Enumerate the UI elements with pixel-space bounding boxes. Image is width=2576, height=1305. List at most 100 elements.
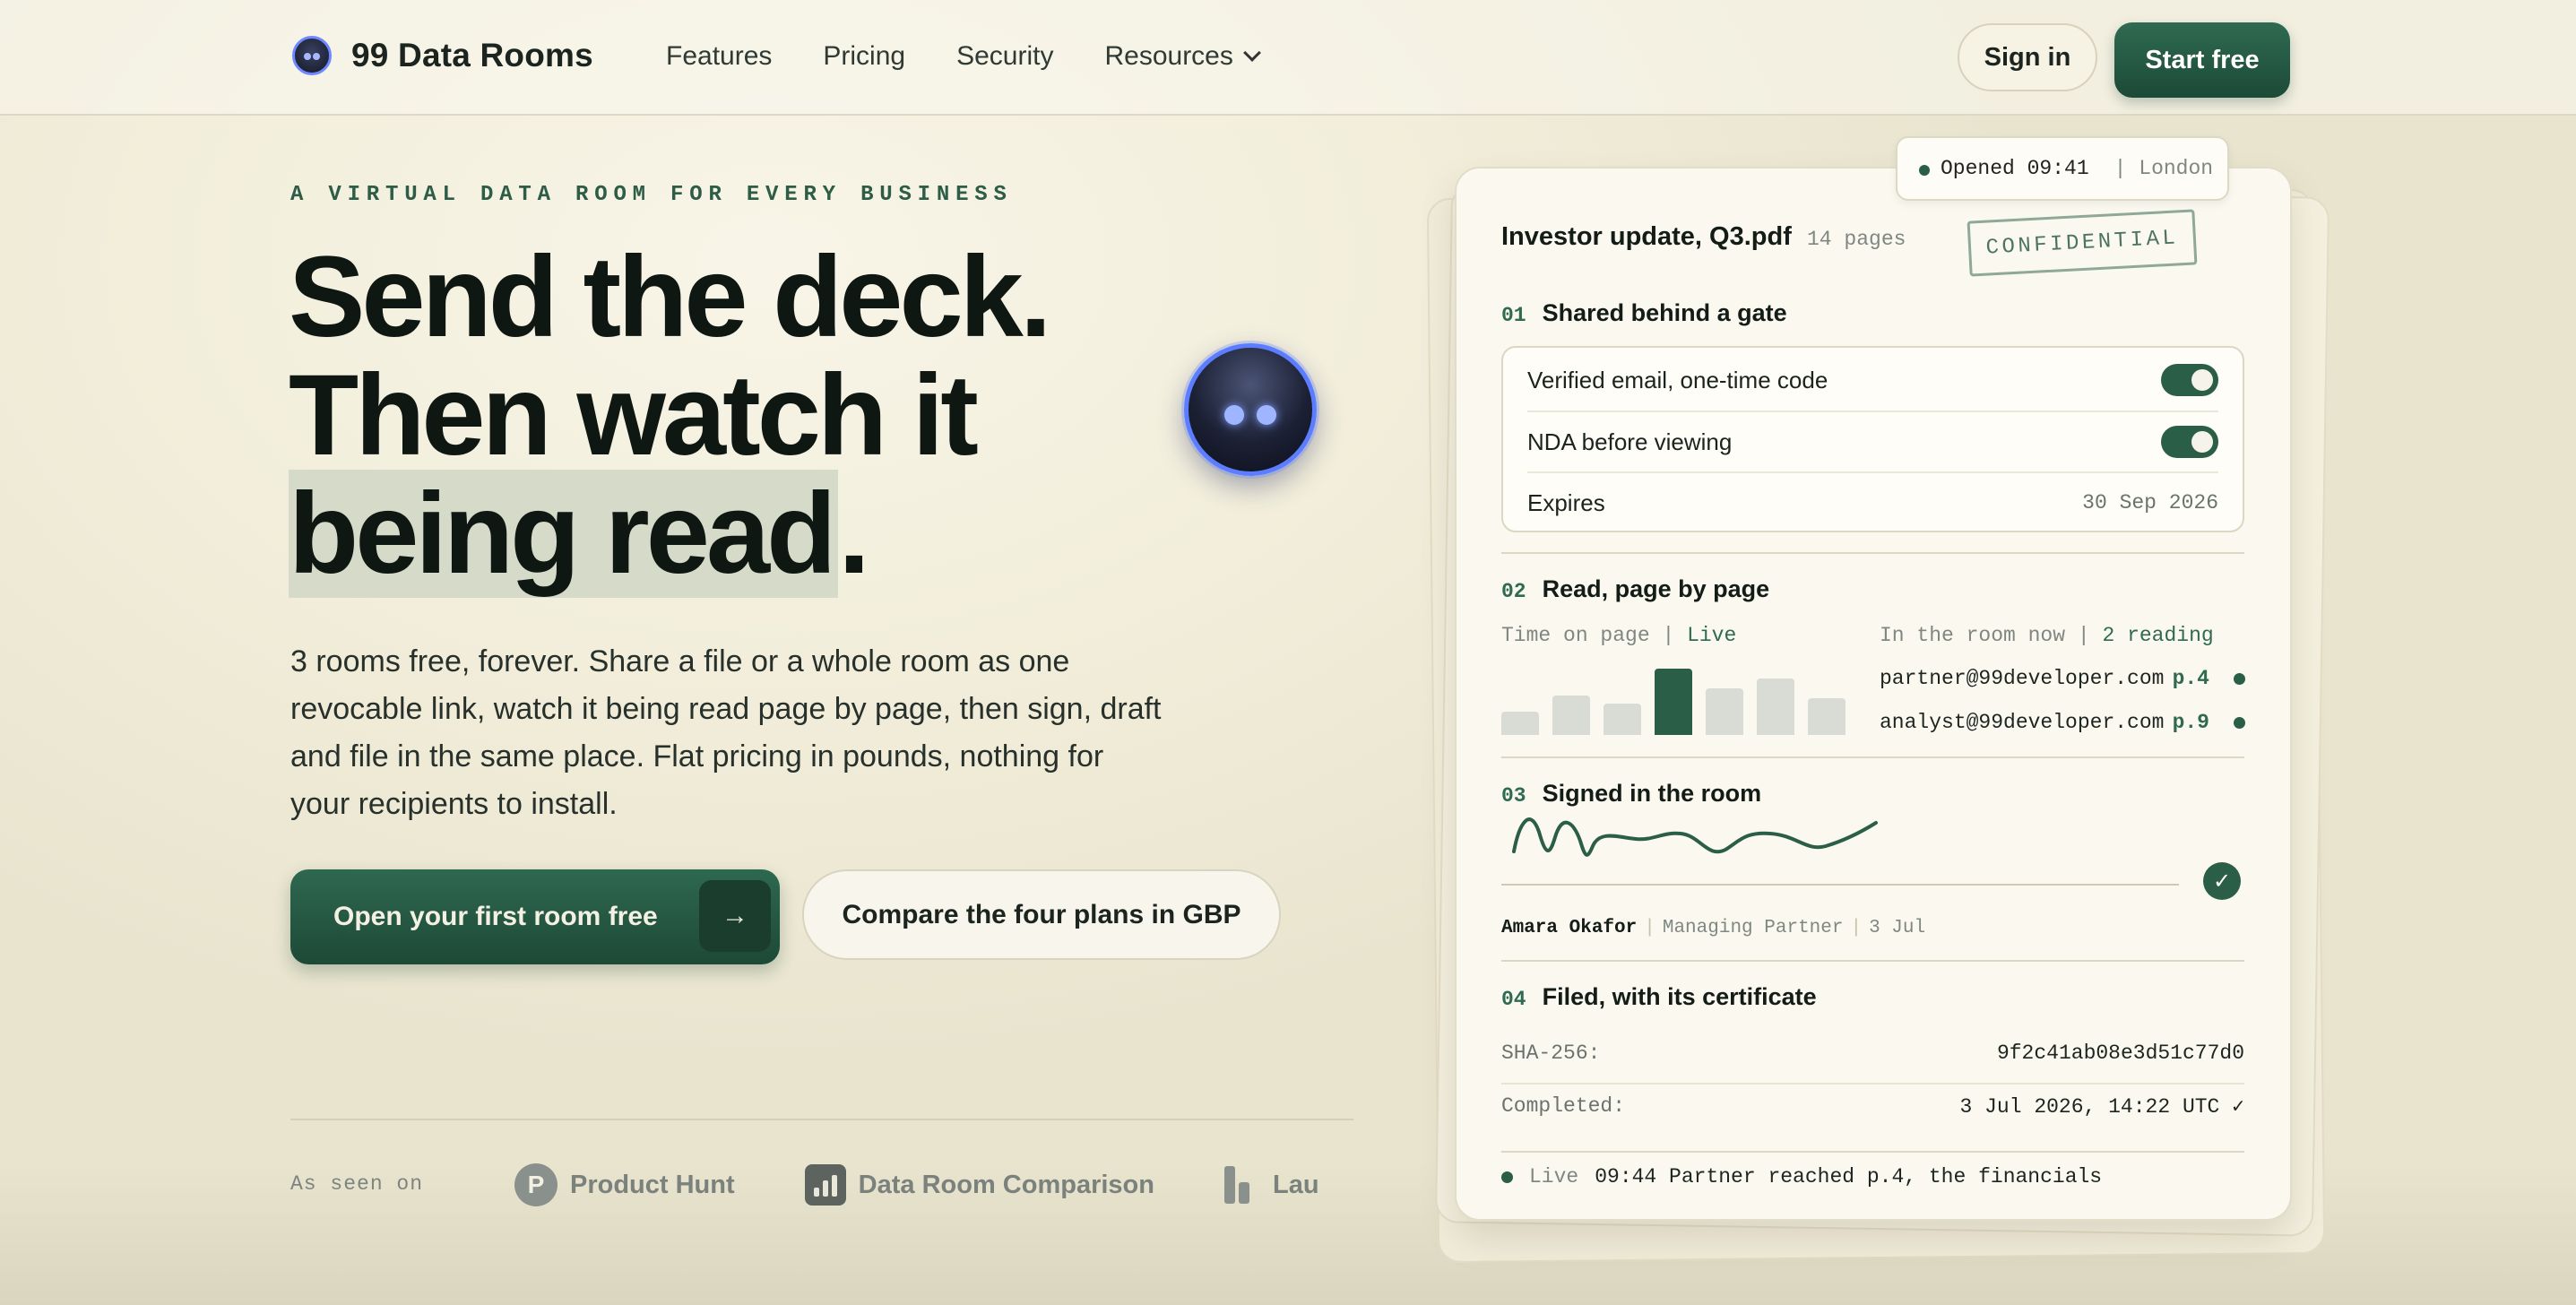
time-on-page-bar: [1552, 696, 1590, 735]
reader-row[interactable]: partner@99developer.com p.4: [1880, 665, 2245, 692]
hero-divider: [290, 1119, 1353, 1120]
time-on-page-bar: [1808, 698, 1846, 735]
opened-city: | London: [2114, 157, 2213, 180]
in-room-text: In the room now: [1880, 624, 2066, 647]
time-on-page-text: Time on page: [1501, 624, 1650, 647]
gate-settings: Verified email, one-time code NDA before…: [1501, 346, 2244, 532]
headline-highlight: being read: [289, 470, 839, 598]
time-on-page-bar: [1655, 669, 1692, 735]
reader-page: p.9: [2172, 711, 2209, 734]
sha-value[interactable]: 9f2c41ab08e3d51c77d0: [1997, 1041, 2244, 1065]
row-divider: [1501, 1083, 2244, 1085]
section-divider: [1501, 1151, 2244, 1153]
time-on-page-live: Live: [1687, 624, 1737, 647]
press-launch-label: Lau: [1272, 1170, 1319, 1199]
live-dot-icon: [1501, 1171, 1513, 1183]
press-logos: P Product Hunt Data Room Comparison Lau: [514, 1162, 1353, 1208]
section-1-title: Shared behind a gate: [1542, 299, 1787, 326]
section-3-title: Signed in the room: [1542, 780, 1762, 807]
reading-count: 2 reading: [2102, 624, 2214, 647]
time-on-page-bar: [1501, 712, 1539, 735]
sign-in-button[interactable]: Sign in: [1958, 23, 2097, 91]
section-divider: [1501, 756, 2244, 758]
document-pages: 14 pages: [1807, 228, 1906, 251]
section-1-heading: 01 Shared behind a gate: [1501, 299, 1787, 327]
confidential-stamp: CONFIDENTIAL: [1967, 209, 2198, 277]
completed-row: Completed: 3 Jul 2026, 14:22 UTC ✓: [1501, 1094, 2244, 1119]
chevron-down-icon: [1242, 44, 1261, 62]
live-label: Live: [1529, 1165, 1579, 1188]
start-free-button[interactable]: Start free: [2114, 22, 2290, 98]
opened-city-label: London: [2139, 157, 2214, 180]
hero-eyebrow: A VIRTUAL DATA ROOM FOR EVERY BUSINESS: [290, 183, 1013, 207]
top-nav: 99 Data Rooms Features Pricing Security …: [0, 0, 2576, 116]
signer-info: Amara Okafor | Managing Partner | 3 Jul: [1501, 918, 1926, 938]
press-launch[interactable]: Lau: [1223, 1166, 1319, 1204]
arrow-right-icon: →: [699, 880, 771, 952]
signer-name: Amara Okafor: [1501, 918, 1638, 938]
data-room-comparison-icon: [804, 1164, 846, 1206]
nda-toggle[interactable]: [2161, 426, 2218, 458]
live-feed: Live 09:44 Partner reached p.4, the fina…: [1501, 1165, 2102, 1188]
section-2-title: Read, page by page: [1542, 575, 1770, 602]
press-product-hunt-label: Product Hunt: [570, 1170, 735, 1199]
section-3-heading: 03 Signed in the room: [1501, 780, 1761, 808]
live-event: 09:44 Partner reached p.4, the financial…: [1595, 1165, 2103, 1188]
opened-separator: |: [2114, 157, 2127, 180]
signer-role: Managing Partner: [1662, 918, 1844, 938]
press-data-room-comparison[interactable]: Data Room Comparison: [804, 1164, 1154, 1206]
reader-row[interactable]: analyst@99developer.com p.9: [1880, 709, 2245, 736]
open-first-room-button[interactable]: Open your first room free →: [290, 869, 780, 964]
headline-line-1: Send the deck.: [289, 233, 1051, 361]
sha-row: SHA-256: 9f2c41ab08e3d51c77d0: [1501, 1041, 2244, 1065]
compare-plans-button[interactable]: Compare the four plans in GBP: [802, 869, 1281, 960]
document-title: Investor update, Q3.pdf: [1501, 222, 1792, 251]
nav-link-resources-label: Resources: [1104, 41, 1233, 71]
headline-line-3: being read.: [289, 470, 1048, 598]
nav-link-features[interactable]: Features: [666, 41, 772, 72]
brand-logo[interactable]: 99 Data Rooms: [292, 36, 593, 75]
section-divider: [1501, 552, 2244, 554]
time-on-page-bar: [1706, 688, 1743, 735]
section-4-heading: 04 Filed, with its certificate: [1501, 983, 1817, 1011]
section-4-number: 04: [1501, 988, 1526, 1011]
robot-face-icon: [292, 36, 332, 75]
in-room-label: In the room now | 2 reading: [1880, 624, 2214, 647]
signer-date: 3 Jul: [1869, 918, 1926, 938]
nav-link-security[interactable]: Security: [956, 41, 1053, 72]
gate-row-nda: NDA before viewing: [1527, 411, 2218, 471]
email-otp-toggle[interactable]: [2161, 364, 2218, 396]
hero-headline: Send the deck. Then watch it being read.: [289, 233, 1051, 598]
headline-period: .: [838, 470, 870, 598]
nav-link-resources[interactable]: Resources: [1104, 41, 1261, 72]
expires-date[interactable]: 30 Sep 2026: [2082, 491, 2218, 514]
time-on-page-bar: [1757, 678, 1794, 735]
nav-link-pricing[interactable]: Pricing: [823, 41, 905, 72]
section-1-number: 01: [1501, 304, 1526, 327]
signature-line: [1501, 884, 2179, 886]
press-product-hunt[interactable]: P Product Hunt: [514, 1163, 735, 1206]
nav-links: Features Pricing Security Resources: [666, 41, 1310, 72]
signature-image: [1512, 817, 1878, 857]
section-divider: [1501, 960, 2244, 962]
gate-nda-label: NDA before viewing: [1527, 428, 1733, 455]
brand-name: 99 Data Rooms: [351, 37, 593, 73]
robot-assistant-icon[interactable]: [1184, 343, 1317, 476]
opened-time: Opened 09:41: [1941, 157, 2089, 180]
status-dot-icon: [1919, 165, 1930, 176]
section-2-number: 02: [1501, 580, 1526, 603]
online-dot-icon: [2234, 672, 2245, 685]
opened-badge: Opened 09:41 | London: [1896, 136, 2229, 201]
launch-icon: [1223, 1166, 1260, 1204]
section-4-title: Filed, with its certificate: [1542, 983, 1817, 1010]
section-2-heading: 02 Read, page by page: [1501, 575, 1769, 603]
signed-check-icon: ✓: [2203, 862, 2241, 900]
completed-label: Completed:: [1501, 1094, 1626, 1118]
gate-email-label: Verified email, one-time code: [1527, 366, 1828, 393]
sha-label: SHA-256:: [1501, 1041, 1601, 1065]
press-data-room-comparison-label: Data Room Comparison: [858, 1170, 1154, 1199]
completed-value: 3 Jul 2026, 14:22 UTC ✓: [1959, 1095, 2245, 1119]
reader-email: analyst@99developer.com: [1880, 711, 2165, 734]
reader-email: partner@99developer.com: [1880, 667, 2165, 690]
hero-lead: 3 rooms free, forever. Share a file or a…: [290, 644, 1162, 821]
